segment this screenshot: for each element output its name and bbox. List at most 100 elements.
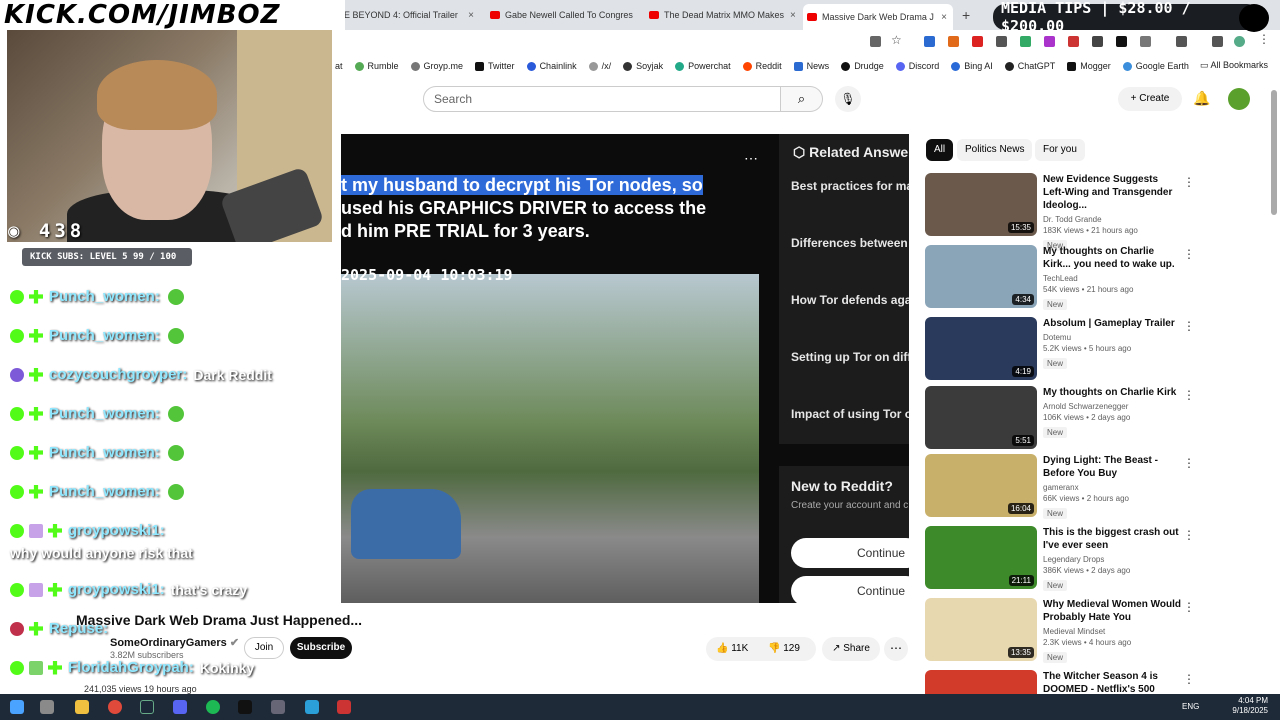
bookmark[interactable]: /x/	[588, 61, 611, 71]
video-thumbnail[interactable]: 4:19	[925, 317, 1037, 380]
related-answer-item[interactable]: Impact of using Tor o	[791, 406, 909, 422]
task-view-icon[interactable]	[40, 700, 54, 714]
reading-list-icon[interactable]	[1212, 36, 1223, 47]
recommendation-channel[interactable]: Medieval Mindset	[1043, 627, 1181, 636]
kebab-menu-icon[interactable]: ⋮	[1183, 528, 1195, 542]
recommendation-title[interactable]: My thoughts on Charlie Kirk... you need …	[1043, 245, 1181, 271]
search-button[interactable]: ⌕	[781, 86, 823, 112]
notifications-bell-icon[interactable]: 🔔	[1193, 90, 1210, 107]
recommendation-title[interactable]: Dying Light: The Beast - Before You Buy	[1043, 454, 1181, 480]
video-thumbnail[interactable]: 15:35	[925, 173, 1037, 236]
extension-icon[interactable]	[924, 36, 935, 47]
recommendation-channel[interactable]: Dr. Todd Grande	[1043, 215, 1181, 224]
bookmark[interactable]: Soyjak	[623, 61, 663, 71]
kebab-menu-icon[interactable]: ⋮	[1183, 600, 1195, 614]
chip-politics-news[interactable]: Politics News	[957, 139, 1033, 161]
related-answer-item[interactable]: How Tor defends aga surveillance	[791, 292, 909, 308]
bookmark[interactable]: Chainlink	[526, 61, 577, 71]
chip-all[interactable]: All	[926, 139, 954, 161]
extension-icon[interactable]	[1020, 36, 1031, 47]
subscribe-button[interactable]: Subscribe	[290, 637, 352, 659]
bookmark[interactable]: Discord	[895, 61, 939, 71]
sidepanel-icon[interactable]	[1176, 36, 1187, 47]
profile-icon[interactable]	[1234, 36, 1245, 47]
bookmark[interactable]: ChatGPT	[1004, 61, 1055, 71]
related-answer-item[interactable]: Best practices for ma anonymity	[791, 178, 909, 194]
terminal-icon[interactable]	[238, 700, 252, 714]
recommendation-channel[interactable]: gameranx	[1043, 483, 1181, 492]
bookmark[interactable]: Google Earth	[1122, 61, 1189, 71]
app-icon[interactable]	[337, 700, 351, 714]
more-actions-button[interactable]: ⋯	[884, 637, 908, 661]
recommendation-item[interactable]: 21:11 This is the biggest crash out I've …	[925, 526, 1265, 591]
spotify-icon[interactable]	[206, 700, 220, 714]
bookmark[interactable]: Rumble	[354, 61, 399, 71]
install-icon[interactable]	[870, 36, 881, 47]
kebab-menu-icon[interactable]: ⋮	[1258, 32, 1270, 46]
recommendation-item[interactable]: 13:35 Why Medieval Women Would Probably H…	[925, 598, 1265, 663]
continue-google-button[interactable]: Continue	[791, 538, 909, 568]
star-icon[interactable]: ☆	[891, 33, 902, 47]
related-answer-item[interactable]: Differences between T privacy	[791, 235, 909, 251]
chrome-icon[interactable]	[108, 700, 122, 714]
close-icon[interactable]: ×	[784, 10, 795, 21]
join-button[interactable]: Join	[244, 637, 284, 659]
close-icon[interactable]: ×	[935, 12, 953, 23]
recommendation-item[interactable]: 16:04 Dying Light: The Beast - Before You…	[925, 454, 1265, 519]
recommendation-title[interactable]: This is the biggest crash out I've ever …	[1043, 526, 1181, 552]
voice-search-button[interactable]: 🎙	[835, 86, 861, 112]
kebab-menu-icon[interactable]: ⋮	[1183, 175, 1195, 189]
kebab-menu-icon[interactable]: ⋮	[1183, 319, 1195, 333]
kebab-menu-icon[interactable]: ⋮	[1183, 388, 1195, 402]
video-thumbnail[interactable]: 16:04	[925, 454, 1037, 517]
recommendation-title[interactable]: My thoughts on Charlie Kirk	[1043, 386, 1181, 399]
bookmark[interactable]: Groyp.me	[410, 61, 463, 71]
related-answer-item[interactable]: Setting up Tor on diff systems	[791, 349, 909, 365]
continue-email-button[interactable]: Continue	[791, 576, 909, 603]
video-thumbnail[interactable]: 4:34	[925, 245, 1037, 308]
share-button[interactable]: ↗ Share	[822, 637, 880, 661]
recommendation-title[interactable]: New Evidence Suggests Left-Wing and Tran…	[1043, 173, 1181, 212]
discord-icon[interactable]	[173, 700, 187, 714]
recommendation-channel[interactable]: Legendary Drops	[1043, 555, 1181, 564]
close-icon[interactable]: ×	[462, 10, 480, 21]
bookmark[interactable]: at	[335, 61, 343, 71]
recommendation-title[interactable]: Absolum | Gameplay Trailer	[1043, 317, 1181, 330]
extension-icon[interactable]	[948, 36, 959, 47]
chip-for-you[interactable]: For you	[1035, 139, 1085, 161]
bookmark[interactable]: Powerchat	[675, 61, 731, 71]
dislike-button[interactable]: 👎 129	[768, 637, 800, 661]
channel-name[interactable]: SomeOrdinaryGamers ✔	[110, 636, 239, 649]
bookmark[interactable]: Bing AI	[951, 61, 993, 71]
recommendation-channel[interactable]: Arnold Schwarzenegger	[1043, 402, 1181, 411]
system-clock[interactable]: 4:04 PM 9/18/2025	[1232, 696, 1268, 716]
telegram-icon[interactable]	[305, 700, 319, 714]
bookmark[interactable]: Drudge	[841, 61, 884, 71]
extension-icon[interactable]	[1092, 36, 1103, 47]
like-button[interactable]: 👍 11K	[716, 637, 748, 661]
search-input[interactable]: Search	[423, 86, 781, 112]
extension-icon[interactable]	[1068, 36, 1079, 47]
extension-icon[interactable]	[1044, 36, 1055, 47]
windows-start-icon[interactable]	[10, 700, 24, 714]
puzzle-icon[interactable]	[1140, 36, 1151, 47]
recommendation-channel[interactable]: Dotemu	[1043, 333, 1181, 342]
all-bookmarks-button[interactable]: ▭ All Bookmarks	[1200, 60, 1268, 71]
video-thumbnail[interactable]: 21:11	[925, 526, 1037, 589]
recommendation-title[interactable]: Why Medieval Women Would Probably Hate Y…	[1043, 598, 1181, 624]
kebab-menu-icon[interactable]: ⋮	[1183, 672, 1195, 686]
extension-icon[interactable]	[996, 36, 1007, 47]
steam-icon[interactable]	[140, 700, 154, 714]
video-thumbnail[interactable]: 5:51	[925, 386, 1037, 449]
recommendation-channel[interactable]: TechLead	[1043, 274, 1181, 283]
bookmark[interactable]: News	[793, 61, 829, 71]
x-icon[interactable]	[1116, 36, 1127, 47]
tab-matrix[interactable]: The Dead Matrix MMO Makes ×	[645, 4, 795, 26]
language-indicator[interactable]: ENG	[1182, 702, 1199, 711]
new-tab-icon[interactable]: +	[962, 7, 970, 23]
scrollbar[interactable]	[1271, 90, 1277, 215]
video-menu-icon[interactable]: ⋯	[744, 150, 758, 167]
file-explorer-icon[interactable]	[75, 700, 89, 714]
bookmark[interactable]: Reddit	[742, 61, 782, 71]
kebab-menu-icon[interactable]: ⋮	[1183, 456, 1195, 470]
